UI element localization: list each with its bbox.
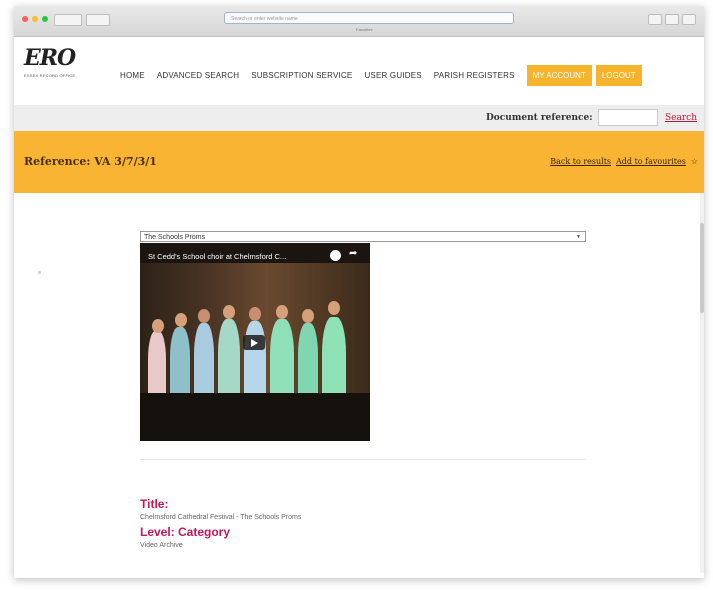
choir-member (298, 323, 318, 403)
history-nav-button[interactable] (86, 14, 110, 26)
reference-heading: Reference: VA 3/7/3/1 (24, 155, 157, 168)
record-content: The Schools Proms ▼ St Cedd's School cho… (14, 193, 704, 573)
my-account-button[interactable]: MY ACCOUNT (526, 65, 592, 86)
choir-head (249, 307, 261, 321)
site-header: ERO ESSEX RECORD OFFICE HOME ADVANCED SE… (14, 37, 704, 105)
choir-member (170, 327, 190, 401)
logo-mark: ERO (24, 45, 76, 71)
media-select-value: The Schools Proms (144, 234, 206, 241)
browser-actions (648, 14, 696, 25)
choir-member (194, 323, 214, 403)
title-label: Title: (140, 497, 169, 511)
browser-window: Search or enter website name Favorites E… (14, 6, 704, 578)
video-player[interactable]: St Cedd's School choir at Chelmsford C..… (140, 243, 370, 441)
favorites-tab[interactable]: Favorites (356, 27, 372, 32)
choir-head (302, 309, 314, 323)
clock-icon[interactable] (330, 250, 341, 261)
window-controls (22, 16, 48, 22)
nav-advanced-search[interactable]: ADVANCED SEARCH (157, 71, 239, 80)
sidebar-toggle-button[interactable] (54, 14, 82, 26)
choir-head (175, 313, 187, 327)
main-nav: HOME ADVANCED SEARCH SUBSCRIPTION SERVIC… (120, 65, 642, 86)
nav-user-guides[interactable]: USER GUIDES (364, 71, 421, 80)
level-label: Level: Category (140, 525, 231, 539)
document-reference-input[interactable] (598, 109, 658, 126)
video-title[interactable]: St Cedd's School choir at Chelmsford C..… (148, 252, 286, 261)
nav-parish-registers[interactable]: PARISH REGISTERS (434, 71, 515, 80)
chevron-down-icon: ▼ (576, 234, 581, 240)
choir-head (198, 309, 210, 323)
tabs-button[interactable] (665, 14, 679, 25)
decorative-dot (38, 271, 41, 274)
title-value: Chelmsford Cathedral Festival - The Scho… (140, 514, 302, 521)
choir-head (276, 305, 288, 319)
new-tab-button[interactable] (682, 14, 696, 25)
star-icon[interactable]: ☆ (691, 157, 698, 166)
back-to-results-link[interactable]: Back to results (550, 157, 611, 166)
browser-toolbar: Search or enter website name Favorites (14, 6, 704, 37)
section-divider (140, 459, 586, 460)
scrollbar-thumb[interactable] (700, 223, 704, 313)
document-reference-bar: Document reference: Search (14, 105, 704, 131)
share-button[interactable] (648, 14, 662, 25)
reference-banner: Reference: VA 3/7/3/1 Back to results Ad… (14, 131, 704, 193)
stage-floor (140, 393, 370, 441)
media-select[interactable]: The Schools Proms ▼ (140, 231, 586, 242)
choir-head (223, 305, 235, 319)
logo-subtitle: ESSEX RECORD OFFICE (24, 73, 76, 78)
document-reference-label: Document reference: (486, 113, 593, 123)
logout-button[interactable]: LOGOUT (595, 65, 642, 86)
nav-subscription-service[interactable]: SUBSCRIPTION SERVICE (251, 71, 352, 80)
minimize-window-button[interactable] (32, 16, 38, 22)
share-icon[interactable]: ➦ (349, 248, 357, 259)
reference-actions: Back to results Add to favourites ☆ (550, 157, 698, 166)
choir-member (148, 331, 166, 401)
choir-head (328, 301, 340, 315)
add-to-favourites-link[interactable]: Add to favourites (616, 157, 686, 166)
ero-logo[interactable]: ERO ESSEX RECORD OFFICE (24, 45, 80, 93)
close-window-button[interactable] (22, 16, 28, 22)
play-icon[interactable] (243, 335, 265, 350)
record-details: Title: Chelmsford Cathedral Festival - T… (140, 497, 301, 553)
search-link[interactable]: Search (665, 113, 697, 123)
level-value: Video Archive (140, 542, 183, 549)
address-bar[interactable]: Search or enter website name (224, 12, 514, 24)
zoom-window-button[interactable] (42, 16, 48, 22)
scrollbar[interactable] (700, 193, 704, 573)
choir-head (152, 319, 164, 333)
nav-home[interactable]: HOME (120, 71, 145, 80)
